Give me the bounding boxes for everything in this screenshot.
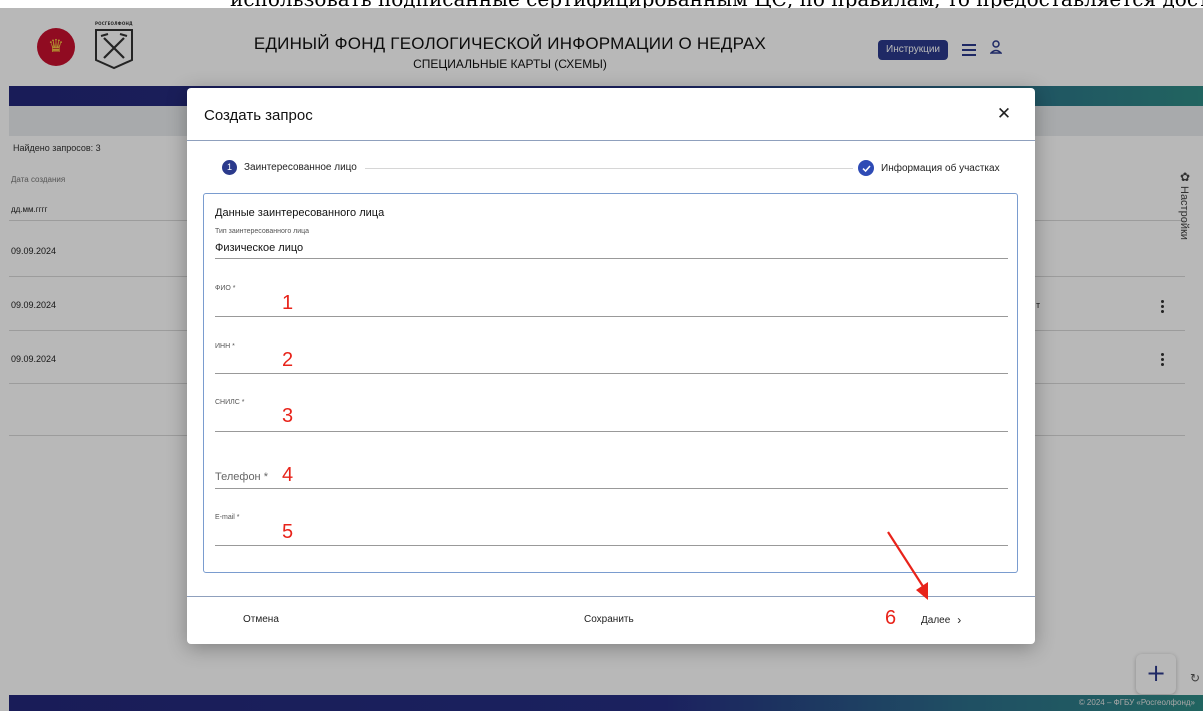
- step-number: 1: [222, 160, 237, 175]
- stepper-step-2[interactable]: Информация об участках: [858, 160, 1000, 176]
- chevron-right-icon: ›: [957, 613, 962, 627]
- annotation-number: 5: [282, 521, 294, 543]
- full-name-label: ФИО *: [215, 285, 236, 292]
- check-icon: [858, 160, 874, 176]
- save-button[interactable]: Сохранить: [584, 614, 634, 625]
- cancel-button[interactable]: Отмена: [243, 614, 279, 625]
- applicant-type-underline: [215, 258, 1008, 259]
- full-name-field[interactable]: ФИО * 1: [215, 277, 1008, 317]
- caption-text: использовать подписанные сертифицированн…: [230, 0, 1203, 8]
- annotation-number: 6: [885, 607, 897, 629]
- close-button[interactable]: ✕: [995, 105, 1013, 123]
- top-caption: использовать подписанные сертифицированн…: [0, 0, 1203, 8]
- annotation-number: 4: [282, 464, 294, 486]
- applicant-form: Данные заинтересованного лица Тип заинте…: [203, 193, 1018, 573]
- annotation-number: 2: [282, 349, 294, 371]
- annotation-number: 3: [282, 405, 294, 427]
- dialog-title: Создать запрос: [204, 107, 313, 124]
- annotation-number: 1: [282, 292, 294, 314]
- applicant-type-label: Тип заинтересованного лица: [215, 228, 310, 235]
- step-label: Информация об участках: [881, 162, 1000, 174]
- next-button[interactable]: Далее ›: [921, 614, 961, 626]
- annotation-arrow-icon: [887, 531, 928, 600]
- snils-label: СНИЛС *: [215, 399, 245, 406]
- section-title: Данные заинтересованного лица: [215, 207, 385, 219]
- inn-label: ИНН *: [215, 343, 235, 350]
- stepper-connector: [365, 168, 853, 169]
- next-label: Далее: [921, 614, 951, 626]
- inn-field[interactable]: ИНН * 2: [215, 334, 1008, 374]
- stepper-step-1[interactable]: 1 Заинтересованное лицо: [222, 160, 357, 175]
- dialog-header: Создать запрос ✕: [187, 88, 1035, 141]
- step-label: Заинтересованное лицо: [244, 162, 357, 173]
- email-label: E-mail *: [215, 514, 240, 521]
- phone-field[interactable]: Телефон * 4: [215, 449, 1008, 489]
- applicant-type-select[interactable]: Физическое лицо: [215, 242, 303, 254]
- snils-field[interactable]: СНИЛС * 3: [215, 392, 1008, 432]
- phone-label: Телефон *: [215, 471, 268, 483]
